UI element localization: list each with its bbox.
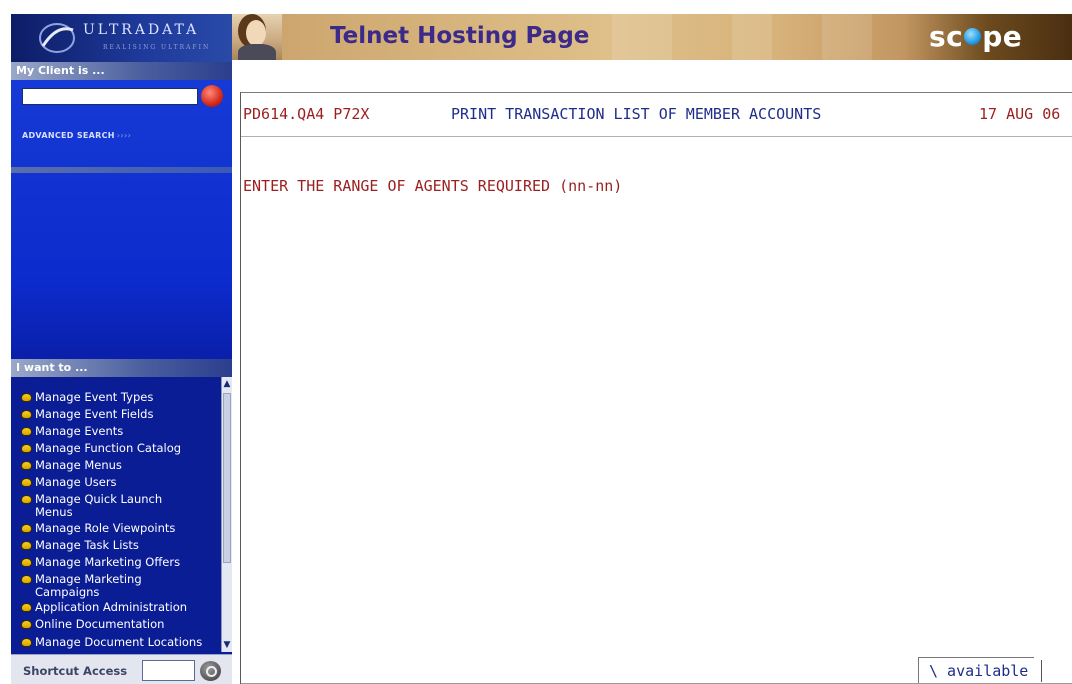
program-id: PD614.QA4 P72X — [243, 105, 370, 123]
menu-item-label: Manage Document Locations — [35, 635, 203, 649]
menu-item-label: Manage Marketing Offers — [35, 555, 181, 569]
globe-icon — [964, 28, 982, 45]
terminal-header-row: PD614.QA4 P72X PRINT TRANSACTION LIST OF… — [241, 105, 1072, 125]
header-tile — [732, 14, 772, 60]
arrow-icon — [21, 393, 32, 402]
menu-item-label: Manage Marketing Campaigns — [35, 572, 142, 599]
menu-item-manage-marketing-campaigns[interactable]: Manage Marketing Campaigns — [21, 573, 156, 599]
ultradata-logo: ULTRADATA REALISING ULTRAFIN — [11, 14, 232, 62]
client-search-input[interactable] — [22, 88, 198, 105]
search-icon[interactable] — [201, 85, 223, 107]
menu-item-label: Application Administration — [35, 600, 188, 614]
advanced-search-label: ADVANCED SEARCH — [22, 131, 115, 140]
logo-text: ULTRADATA — [83, 22, 200, 38]
arrow-icon — [21, 495, 32, 504]
scroll-thumb[interactable] — [223, 393, 231, 563]
menu-item-application-administration[interactable]: Application Administration — [21, 601, 221, 614]
menu-item-manage-menus[interactable]: Manage Menus — [21, 459, 221, 472]
logo-tagline: REALISING ULTRAFIN — [103, 44, 211, 51]
terminal-prompt: ENTER THE RANGE OF AGENTS REQUIRED (nn-n… — [243, 177, 623, 195]
menu-item-manage-task-lists[interactable]: Manage Task Lists — [21, 539, 221, 552]
client-section-title: My Client is ... — [11, 62, 232, 80]
page-title: Telnet Hosting Page — [330, 23, 590, 49]
arrow-icon — [21, 575, 32, 584]
telnet-terminal[interactable]: PD614.QA4 P72X PRINT TRANSACTION LIST OF… — [240, 92, 1072, 684]
scope-logo: sc pe — [929, 20, 1022, 53]
advanced-search-link[interactable]: ADVANCED SEARCH ›››› — [22, 131, 131, 140]
menu-item-label: Manage Task Lists — [35, 538, 139, 552]
arrow-icon — [21, 410, 32, 419]
screen-date: 17 AUG 06 — [979, 105, 1061, 123]
shortcut-input[interactable] — [142, 660, 195, 681]
header-tile — [612, 14, 672, 60]
scope-logo-right: pe — [982, 20, 1023, 53]
menu-item-label: Manage Users — [35, 475, 117, 489]
menu-item-label: Manage Menus — [35, 458, 122, 472]
arrow-icon — [21, 427, 32, 436]
menu-item-label: Manage Function Catalog — [35, 441, 182, 455]
menu-item-manage-marketing-offers[interactable]: Manage Marketing Offers — [21, 556, 221, 569]
menu-item-manage-quick-launch-menus[interactable]: Manage Quick Launch Menus — [21, 493, 171, 519]
divider — [241, 136, 1072, 137]
header-banner: Telnet Hosting Page sc pe — [232, 14, 1072, 60]
scope-logo-left: sc — [929, 20, 964, 53]
header-tile — [822, 14, 872, 60]
menu-item-manage-document-locations[interactable]: Manage Document Locations — [21, 636, 221, 649]
arrow-icon — [21, 558, 32, 567]
arrow-icon — [21, 444, 32, 453]
menu-item-label: Manage Event Types — [35, 390, 154, 404]
menu-item-online-documentation[interactable]: Online Documentation — [21, 618, 221, 631]
scroll-down-icon[interactable]: ▼ — [222, 639, 232, 651]
person-photo — [232, 14, 282, 60]
arrow-icon — [21, 541, 32, 550]
menu-item-label: Manage Event Fields — [35, 407, 154, 421]
status-text: \ available — [929, 662, 1029, 680]
chevrons-right-icon: ›››› — [116, 131, 132, 140]
menu-item-manage-event-fields[interactable]: Manage Event Fields — [21, 408, 221, 421]
divider — [11, 167, 232, 173]
menu-item-label: Manage Role Viewpoints — [35, 521, 176, 535]
menu-item-manage-users[interactable]: Manage Users — [21, 476, 221, 489]
menu-item-manage-events[interactable]: Manage Events — [21, 425, 221, 438]
iwant-section-title: I want to ... — [11, 359, 232, 377]
shortcut-label: Shortcut Access — [23, 664, 128, 678]
shortcut-panel: Shortcut Access — [11, 654, 232, 684]
screen-title: PRINT TRANSACTION LIST OF MEMBER ACCOUNT… — [451, 105, 822, 123]
menu-item-label: Manage Events — [35, 424, 124, 438]
arrow-icon — [21, 478, 32, 487]
menu-item-label: Online Documentation — [35, 617, 165, 631]
menu-item-manage-event-types[interactable]: Manage Event Types — [21, 391, 221, 404]
arrow-icon — [21, 638, 32, 647]
status-indicator: \ available — [918, 657, 1042, 683]
scroll-up-icon[interactable]: ▲ — [222, 378, 232, 390]
sidebar: ULTRADATA REALISING ULTRAFIN My Client i… — [11, 14, 232, 684]
arrow-icon — [21, 461, 32, 470]
action-menu-list: Manage Event Types Manage Event Fields M… — [11, 377, 221, 652]
go-icon[interactable] — [200, 661, 221, 681]
swoosh-icon — [39, 23, 75, 53]
arrow-icon — [21, 620, 32, 629]
arrow-icon — [21, 603, 32, 612]
menu-item-manage-role-viewpoints[interactable]: Manage Role Viewpoints — [21, 522, 221, 535]
menu-item-manage-function-catalog[interactable]: Manage Function Catalog — [21, 442, 221, 455]
arrow-icon — [21, 524, 32, 533]
menu-item-label: Manage Quick Launch Menus — [35, 492, 163, 519]
action-menu-scrollbar[interactable]: ▲ ▼ — [221, 377, 232, 652]
